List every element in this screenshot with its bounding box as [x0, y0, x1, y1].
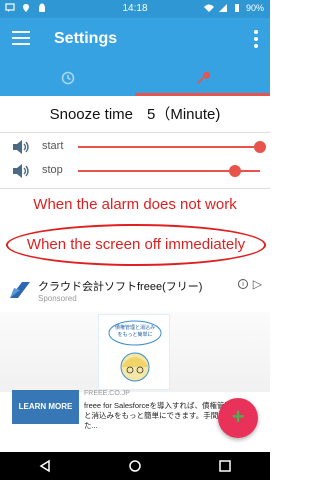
- start-volume-row: start: [0, 134, 270, 160]
- app-bar: Settings: [0, 18, 270, 60]
- snooze-value: 5（Minute): [147, 106, 221, 123]
- battery-percent: 90%: [245, 3, 264, 13]
- ad-sponsored-label: Sponsored: [38, 294, 77, 303]
- hamburger-menu-icon[interactable]: [12, 31, 30, 47]
- start-label: start: [42, 140, 64, 152]
- divider: [0, 188, 270, 189]
- start-volume-slider[interactable]: [78, 141, 266, 153]
- home-icon[interactable]: [128, 459, 142, 473]
- ad-illustration: 債権管理と消込みをもっと簡単に: [98, 314, 170, 390]
- signal-icon: [218, 4, 227, 12]
- screen-off-link[interactable]: When the screen off immediately: [6, 224, 266, 266]
- start-slider-thumb[interactable]: [254, 141, 266, 153]
- system-nav-bar: [0, 452, 270, 480]
- active-tab-indicator: [135, 93, 270, 96]
- divider: [0, 132, 270, 133]
- ad-image[interactable]: 債権管理と消込みをもっと簡単に: [0, 312, 270, 392]
- ad-description: freee for Salesforceを導入すれば、債権管理と消込みをもっと簡…: [84, 401, 234, 430]
- ad-title[interactable]: クラウド会計ソフトfreee(フリー): [38, 278, 202, 294]
- clock-icon: [61, 71, 74, 85]
- page-title: Settings: [54, 30, 118, 47]
- ad-card-text: 債権管理と消込みをもっと簡単に: [115, 325, 156, 338]
- add-button[interactable]: +: [218, 398, 258, 438]
- ad-domain: FREEE.CO.JP: [84, 390, 130, 397]
- tab-bar: [0, 60, 270, 96]
- adchoices-icon[interactable]: i: [238, 279, 248, 289]
- battery-icon: [234, 4, 239, 12]
- learn-more-button[interactable]: LEARN MORE: [12, 390, 79, 424]
- wrench-icon: [196, 71, 210, 84]
- speaker-icon: [13, 140, 29, 154]
- tab-alarm[interactable]: [0, 60, 135, 96]
- ad-close-icon[interactable]: ▷: [253, 277, 262, 291]
- recents-icon[interactable]: [218, 459, 232, 473]
- status-bar: 14:18 90%: [0, 0, 270, 18]
- more-options-icon[interactable]: [254, 30, 258, 48]
- freee-logo-icon: [10, 282, 30, 298]
- wifi-icon: [203, 4, 214, 12]
- snooze-time-setting[interactable]: Snooze time 5（Minute): [0, 100, 270, 130]
- tab-settings[interactable]: [135, 60, 270, 96]
- speaker-icon: [13, 164, 29, 178]
- stop-slider-thumb[interactable]: [228, 165, 241, 177]
- stop-volume-row: stop: [0, 158, 270, 184]
- alarm-not-work-link[interactable]: When the alarm does not work: [0, 196, 270, 213]
- snooze-label: Snooze time: [49, 106, 133, 123]
- back-icon[interactable]: [38, 459, 52, 473]
- stop-label: stop: [42, 164, 63, 176]
- stop-volume-slider[interactable]: [78, 165, 260, 177]
